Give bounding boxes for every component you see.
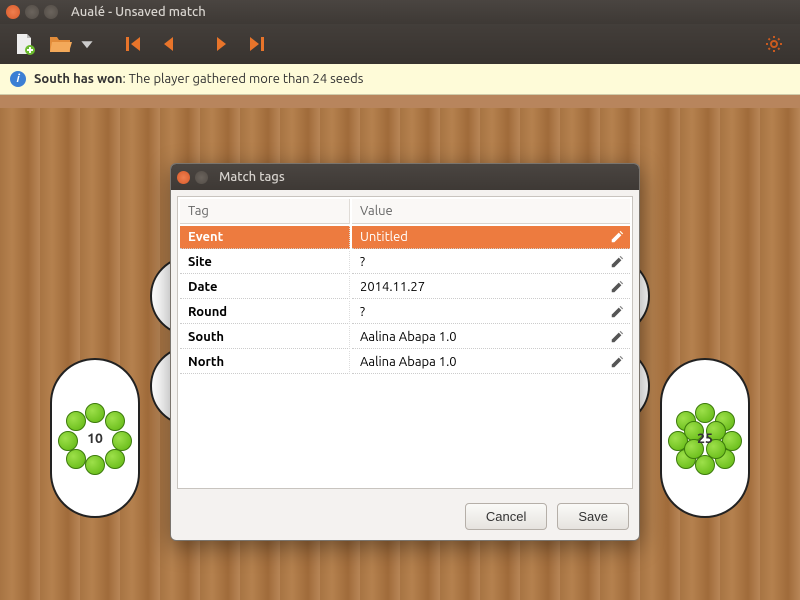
table-row[interactable]: Event Untitled — [180, 226, 630, 249]
window-titlebar: Aualé - Unsaved match — [0, 0, 800, 24]
col-tag[interactable]: Tag — [180, 199, 350, 224]
new-file-button[interactable] — [8, 28, 40, 60]
pencil-icon[interactable] — [610, 355, 624, 372]
save-button[interactable]: Save — [557, 503, 629, 530]
value-text: 2014.11.27 — [360, 280, 425, 294]
store-north: 25 — [660, 358, 750, 518]
window-title: Aualé - Unsaved match — [71, 5, 206, 19]
seed-cluster: 10 — [60, 403, 130, 473]
tags-table: Tag Value EventUntitledSite?Date2014.11.… — [177, 196, 633, 489]
value-text: Untitled — [360, 230, 408, 244]
dialog-minimize-icon[interactable] — [195, 171, 208, 184]
store-south: 10 — [50, 358, 140, 518]
store-north-count: 25 — [697, 430, 713, 446]
pencil-icon[interactable] — [610, 255, 624, 272]
cancel-button[interactable]: Cancel — [465, 503, 547, 530]
seed-cluster: 25 — [670, 403, 740, 473]
info-text: South has won: The player gathered more … — [34, 72, 363, 86]
settings-button[interactable] — [758, 28, 790, 60]
dialog-titlebar[interactable]: Match tags — [171, 164, 639, 190]
table-row[interactable]: South Aalina Abapa 1.0 — [180, 326, 630, 349]
value-text: Aalina Abapa 1.0 — [360, 355, 457, 369]
value-cell[interactable]: ? — [352, 251, 630, 274]
value-text: ? — [360, 305, 365, 319]
pencil-icon[interactable] — [610, 280, 624, 297]
tag-cell: Event — [180, 226, 350, 249]
dialog-title: Match tags — [219, 170, 285, 184]
tag-cell: South — [180, 326, 350, 349]
pencil-icon[interactable] — [610, 305, 624, 322]
tag-cell: Site — [180, 251, 350, 274]
table-row[interactable]: Date 2014.11.27 — [180, 276, 630, 299]
tag-cell: North — [180, 351, 350, 374]
value-text: Aalina Abapa 1.0 — [360, 330, 457, 344]
value-cell[interactable]: Aalina Abapa 1.0 — [352, 326, 630, 349]
nav-last-button[interactable] — [242, 28, 274, 60]
info-bar: i South has won: The player gathered mor… — [0, 64, 800, 95]
value-text: ? — [360, 255, 365, 269]
value-cell[interactable]: Aalina Abapa 1.0 — [352, 351, 630, 374]
value-cell[interactable]: Untitled — [352, 226, 630, 249]
window-close-icon[interactable] — [6, 5, 20, 19]
pencil-icon[interactable] — [610, 230, 624, 247]
table-row[interactable]: North Aalina Abapa 1.0 — [180, 351, 630, 374]
col-value[interactable]: Value — [352, 199, 630, 224]
nav-first-button[interactable] — [116, 28, 148, 60]
nav-next-button[interactable] — [206, 28, 238, 60]
dialog-close-icon[interactable] — [177, 171, 190, 184]
info-icon: i — [10, 71, 26, 87]
window-maximize-icon[interactable] — [44, 5, 58, 19]
nav-prev-button[interactable] — [152, 28, 184, 60]
info-rest: : The player gathered more than 24 seeds — [122, 72, 363, 86]
table-row[interactable]: Site? — [180, 251, 630, 274]
pencil-icon[interactable] — [610, 330, 624, 347]
window-minimize-icon[interactable] — [25, 5, 39, 19]
toolbar — [0, 24, 800, 64]
info-bold: South has won — [34, 72, 122, 86]
table-row[interactable]: Round? — [180, 301, 630, 324]
tag-cell: Round — [180, 301, 350, 324]
open-dropdown-icon[interactable] — [80, 28, 94, 60]
value-cell[interactable]: ? — [352, 301, 630, 324]
open-file-button[interactable] — [44, 28, 76, 60]
value-cell[interactable]: 2014.11.27 — [352, 276, 630, 299]
store-south-count: 10 — [87, 430, 103, 446]
match-tags-dialog: Match tags Tag Value EventUntitledSite?D… — [170, 163, 640, 541]
tag-cell: Date — [180, 276, 350, 299]
